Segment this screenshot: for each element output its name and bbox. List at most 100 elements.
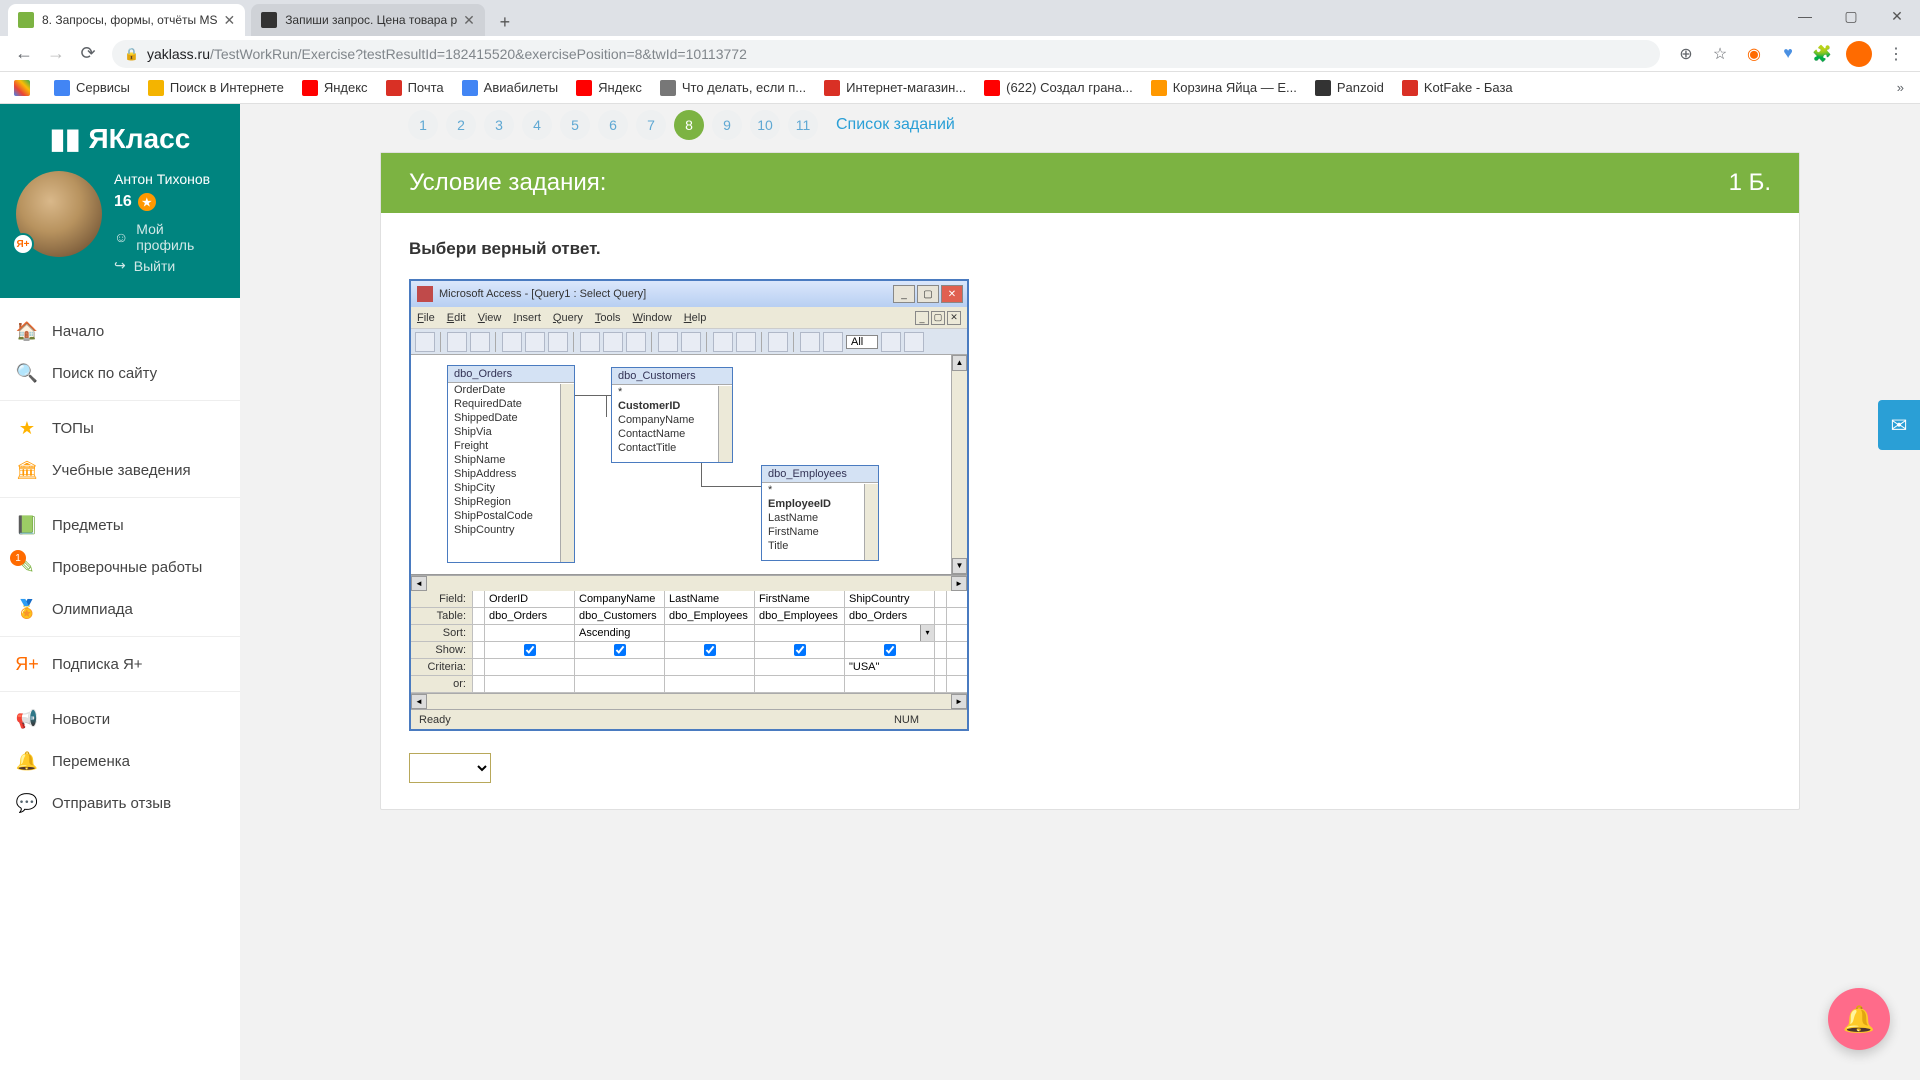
table-field[interactable]: ShipName <box>448 453 574 467</box>
table-field[interactable]: ShipCity <box>448 481 574 495</box>
site-logo[interactable]: ▮▮ ЯКласс <box>0 122 240 155</box>
toolbar-button[interactable] <box>447 332 467 352</box>
sidebar-item[interactable]: 1✎Проверочные работы <box>0 546 240 588</box>
toolbar-button[interactable] <box>736 332 756 352</box>
table-field[interactable]: ShipVia <box>448 425 574 439</box>
table-dbo-customers[interactable]: dbo_Customers *CustomerIDCompanyNameCont… <box>611 367 733 463</box>
table-field[interactable]: ContactTitle <box>612 441 732 455</box>
sidebar-item[interactable]: Я+Подписка Я+ <box>0 643 240 685</box>
table-scrollbar[interactable] <box>560 384 574 562</box>
toolbar-button[interactable] <box>626 332 646 352</box>
access-close[interactable]: ✕ <box>941 285 963 303</box>
bookmark-item[interactable]: (622) Создал грана... <box>978 76 1139 100</box>
sidebar-item[interactable]: 🏅Олимпиада <box>0 588 240 630</box>
access-minimize[interactable]: _ <box>893 285 915 303</box>
grid-cell[interactable] <box>755 659 845 675</box>
new-tab-button[interactable]: + <box>491 8 519 36</box>
table-field[interactable]: ShipAddress <box>448 467 574 481</box>
table-field[interactable]: ShipCountry <box>448 523 574 537</box>
toolbar-button[interactable] <box>823 332 843 352</box>
table-field[interactable]: LastName <box>762 511 878 525</box>
bookmarks-overflow[interactable]: » <box>1889 80 1912 95</box>
feedback-mail-button[interactable]: ✉ <box>1878 400 1920 450</box>
sidebar-item[interactable]: 🏛Учебные заведения <box>0 449 240 491</box>
sidebar-item[interactable]: ★ТОПы <box>0 407 240 449</box>
access-menu-item[interactable]: View <box>478 312 502 324</box>
grid-cell[interactable]: dbo_Customers <box>575 608 665 624</box>
forward-button[interactable]: → <box>40 38 72 70</box>
grid-cell[interactable] <box>575 676 665 692</box>
toolbar-button[interactable] <box>415 332 435 352</box>
toolbar-all-field[interactable]: All <box>846 335 878 349</box>
table-field[interactable]: ShippedDate <box>448 411 574 425</box>
grid-cell[interactable]: "USA" <box>845 659 935 675</box>
grid-cell[interactable]: ▾ <box>845 625 935 641</box>
pager-item[interactable]: 11 <box>788 110 818 140</box>
table-field[interactable]: ContactName <box>612 427 732 441</box>
table-field[interactable]: FirstName <box>762 525 878 539</box>
toolbar-button[interactable] <box>525 332 545 352</box>
grid-cell[interactable]: LastName <box>665 591 755 607</box>
toolbar-button[interactable] <box>681 332 701 352</box>
pager-item[interactable]: 10 <box>750 110 780 140</box>
bookmark-item[interactable]: Почта <box>380 76 450 100</box>
back-button[interactable]: ← <box>8 38 40 70</box>
grid-cell[interactable] <box>755 625 845 641</box>
menu-icon[interactable]: ⋮ <box>1886 44 1906 64</box>
grid-cell[interactable] <box>665 625 755 641</box>
grid-cell[interactable] <box>665 659 755 675</box>
access-menu-item[interactable]: File <box>417 312 435 324</box>
toolbar-button[interactable] <box>502 332 522 352</box>
table-field[interactable]: CustomerID <box>612 399 732 413</box>
toolbar-button[interactable] <box>470 332 490 352</box>
window-close[interactable]: ✕ <box>1874 0 1920 32</box>
answer-select[interactable] <box>409 753 491 783</box>
access-menu-item[interactable]: Insert <box>513 312 541 324</box>
pager-item[interactable]: 8 <box>674 110 704 140</box>
grid-cell[interactable] <box>845 676 935 692</box>
browser-tab-inactive[interactable]: Запиши запрос. Цена товара р ✕ <box>251 4 485 36</box>
bookmark-item[interactable]: Авиабилеты <box>456 76 564 100</box>
toolbar-button[interactable] <box>580 332 600 352</box>
toolbar-button[interactable] <box>603 332 623 352</box>
sidebar-item[interactable]: 🏠Начало <box>0 310 240 352</box>
toolbar-button[interactable] <box>881 332 901 352</box>
table-field[interactable]: EmployeeID <box>762 497 878 511</box>
grid-cell[interactable] <box>845 642 935 658</box>
pager-item[interactable]: 3 <box>484 110 514 140</box>
grid-cell[interactable] <box>665 642 755 658</box>
grid-cell[interactable]: dbo_Orders <box>845 608 935 624</box>
notifications-bell-button[interactable]: 🔔 <box>1828 988 1890 1050</box>
table-field[interactable]: * <box>762 483 878 497</box>
grid-cell[interactable] <box>665 676 755 692</box>
bookmark-item[interactable]: Panzoid <box>1309 76 1390 100</box>
table-field[interactable]: Freight <box>448 439 574 453</box>
bookmark-item[interactable]: Корзина Яйца — E... <box>1145 76 1303 100</box>
grid-cell[interactable]: dbo_Employees <box>755 608 845 624</box>
pager-item[interactable]: 5 <box>560 110 590 140</box>
reload-button[interactable]: ⟳ <box>72 38 104 70</box>
horizontal-scrollbar[interactable] <box>411 575 967 591</box>
profile-avatar-icon[interactable] <box>1846 41 1872 67</box>
grid-cell[interactable] <box>755 642 845 658</box>
grid-cell[interactable] <box>485 625 575 641</box>
bookmark-item[interactable]: Поиск в Интернете <box>142 76 290 100</box>
apps-button[interactable] <box>8 76 42 100</box>
sidebar-item[interactable]: 🔍Поиск по сайту <box>0 352 240 394</box>
table-field[interactable]: * <box>612 385 732 399</box>
grid-cell[interactable]: Ascending <box>575 625 665 641</box>
bookmark-item[interactable]: Что делать, если п... <box>654 76 812 100</box>
extension-icon[interactable]: ◉ <box>1744 44 1764 64</box>
toolbar-button[interactable] <box>713 332 733 352</box>
toolbar-button[interactable] <box>658 332 678 352</box>
horizontal-scrollbar[interactable] <box>411 693 967 709</box>
table-dbo-employees[interactable]: dbo_Employees *EmployeeIDLastNameFirstNa… <box>761 465 879 561</box>
access-menu-item[interactable]: Help <box>684 312 707 324</box>
table-field[interactable]: CompanyName <box>612 413 732 427</box>
logout-link[interactable]: ↪Выйти <box>114 257 224 274</box>
grid-cell[interactable]: ShipCountry <box>845 591 935 607</box>
sidebar-item[interactable]: 💬Отправить отзыв <box>0 782 240 824</box>
table-dbo-orders[interactable]: dbo_Orders OrderDateRequiredDateShippedD… <box>447 365 575 563</box>
star-icon[interactable]: ☆ <box>1710 44 1730 64</box>
access-menu-item[interactable]: Edit <box>447 312 466 324</box>
